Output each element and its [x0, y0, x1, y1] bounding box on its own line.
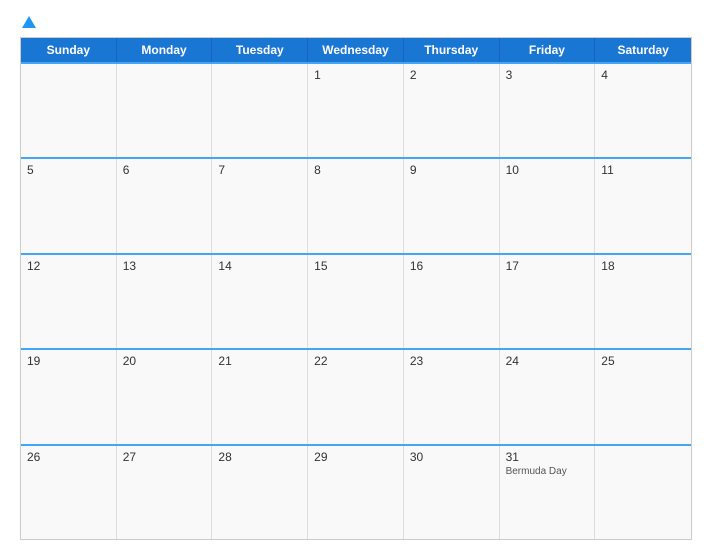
cal-cell: 21 — [212, 350, 308, 443]
day-number: 29 — [314, 450, 397, 464]
day-number: 25 — [601, 354, 685, 368]
logo-triangle-icon — [22, 16, 36, 28]
day-number: 27 — [123, 450, 206, 464]
day-number: 20 — [123, 354, 206, 368]
cal-cell: 20 — [117, 350, 213, 443]
cal-cell: 13 — [117, 255, 213, 348]
cal-cell: 29 — [308, 446, 404, 539]
calendar-header-row: SundayMondayTuesdayWednesdayThursdayFrid… — [21, 38, 691, 62]
cal-cell — [21, 64, 117, 157]
day-number: 7 — [218, 163, 301, 177]
logo — [20, 16, 36, 29]
cal-cell: 12 — [21, 255, 117, 348]
day-number: 6 — [123, 163, 206, 177]
cal-cell: 28 — [212, 446, 308, 539]
week-row-2: 56789 10 11 — [21, 157, 691, 252]
day-number: 21 — [218, 354, 301, 368]
day-header-thursday: Thursday — [404, 38, 500, 62]
cal-cell — [212, 64, 308, 157]
cal-cell: 27 — [117, 446, 213, 539]
cal-cell: 8 — [308, 159, 404, 252]
day-number: 9 — [410, 163, 493, 177]
day-number: 26 — [27, 450, 110, 464]
cal-cell: 22 — [308, 350, 404, 443]
cal-cell: 15 — [308, 255, 404, 348]
day-number: 19 — [27, 354, 110, 368]
cal-cell: 26 — [21, 446, 117, 539]
day-header-monday: Monday — [117, 38, 213, 62]
day-number: 30 — [410, 450, 493, 464]
header — [20, 16, 692, 29]
cal-cell — [595, 446, 691, 539]
cal-cell: 2 — [404, 64, 500, 157]
cal-cell: 5 — [21, 159, 117, 252]
day-number: 28 — [218, 450, 301, 464]
calendar-grid: SundayMondayTuesdayWednesdayThursdayFrid… — [20, 37, 692, 540]
page: SundayMondayTuesdayWednesdayThursdayFrid… — [0, 0, 712, 550]
day-header-friday: Friday — [500, 38, 596, 62]
day-number: 22 — [314, 354, 397, 368]
cal-cell: 1 — [308, 64, 404, 157]
day-header-tuesday: Tuesday — [212, 38, 308, 62]
day-number: 17 — [506, 259, 589, 273]
day-number: 23 — [410, 354, 493, 368]
day-number: 5 — [27, 163, 110, 177]
holiday-label: Bermuda Day — [506, 466, 589, 477]
week-row-5: 26 27 28 29 30 31 Bermuda Day — [21, 444, 691, 539]
day-number: 14 — [218, 259, 301, 273]
cal-cell: 31 Bermuda Day — [500, 446, 596, 539]
cal-cell: 6 — [117, 159, 213, 252]
day-header-wednesday: Wednesday — [308, 38, 404, 62]
cal-cell — [117, 64, 213, 157]
day-number: 16 — [410, 259, 493, 273]
day-number: 18 — [601, 259, 685, 273]
cal-cell: 9 — [404, 159, 500, 252]
week-row-4: 19 20 21 22 23 24 25 — [21, 348, 691, 443]
day-number: 31 — [506, 450, 589, 464]
week-row-1: 1234 — [21, 62, 691, 157]
cal-cell: 14 — [212, 255, 308, 348]
cal-cell: 17 — [500, 255, 596, 348]
cal-cell: 19 — [21, 350, 117, 443]
day-number: 1 — [314, 68, 397, 82]
day-number: 10 — [506, 163, 589, 177]
day-header-sunday: Sunday — [21, 38, 117, 62]
cal-cell: 3 — [500, 64, 596, 157]
day-number: 3 — [506, 68, 589, 82]
day-number: 8 — [314, 163, 397, 177]
day-number: 2 — [410, 68, 493, 82]
logo-blue-text — [20, 16, 36, 29]
day-number: 12 — [27, 259, 110, 273]
cal-cell: 25 — [595, 350, 691, 443]
cal-cell: 24 — [500, 350, 596, 443]
day-number: 24 — [506, 354, 589, 368]
cal-cell: 7 — [212, 159, 308, 252]
cal-cell: 10 — [500, 159, 596, 252]
calendar-body: 1234567891011121314151617181920212223242… — [21, 62, 691, 539]
day-number: 15 — [314, 259, 397, 273]
day-number: 4 — [601, 68, 685, 82]
cal-cell: 4 — [595, 64, 691, 157]
cal-cell: 16 — [404, 255, 500, 348]
cal-cell: 30 — [404, 446, 500, 539]
day-header-saturday: Saturday — [595, 38, 691, 62]
week-row-3: 12 13 14 15 16 17 18 — [21, 253, 691, 348]
cal-cell: 23 — [404, 350, 500, 443]
day-number: 11 — [601, 163, 685, 177]
cal-cell: 11 — [595, 159, 691, 252]
day-number: 13 — [123, 259, 206, 273]
cal-cell: 18 — [595, 255, 691, 348]
